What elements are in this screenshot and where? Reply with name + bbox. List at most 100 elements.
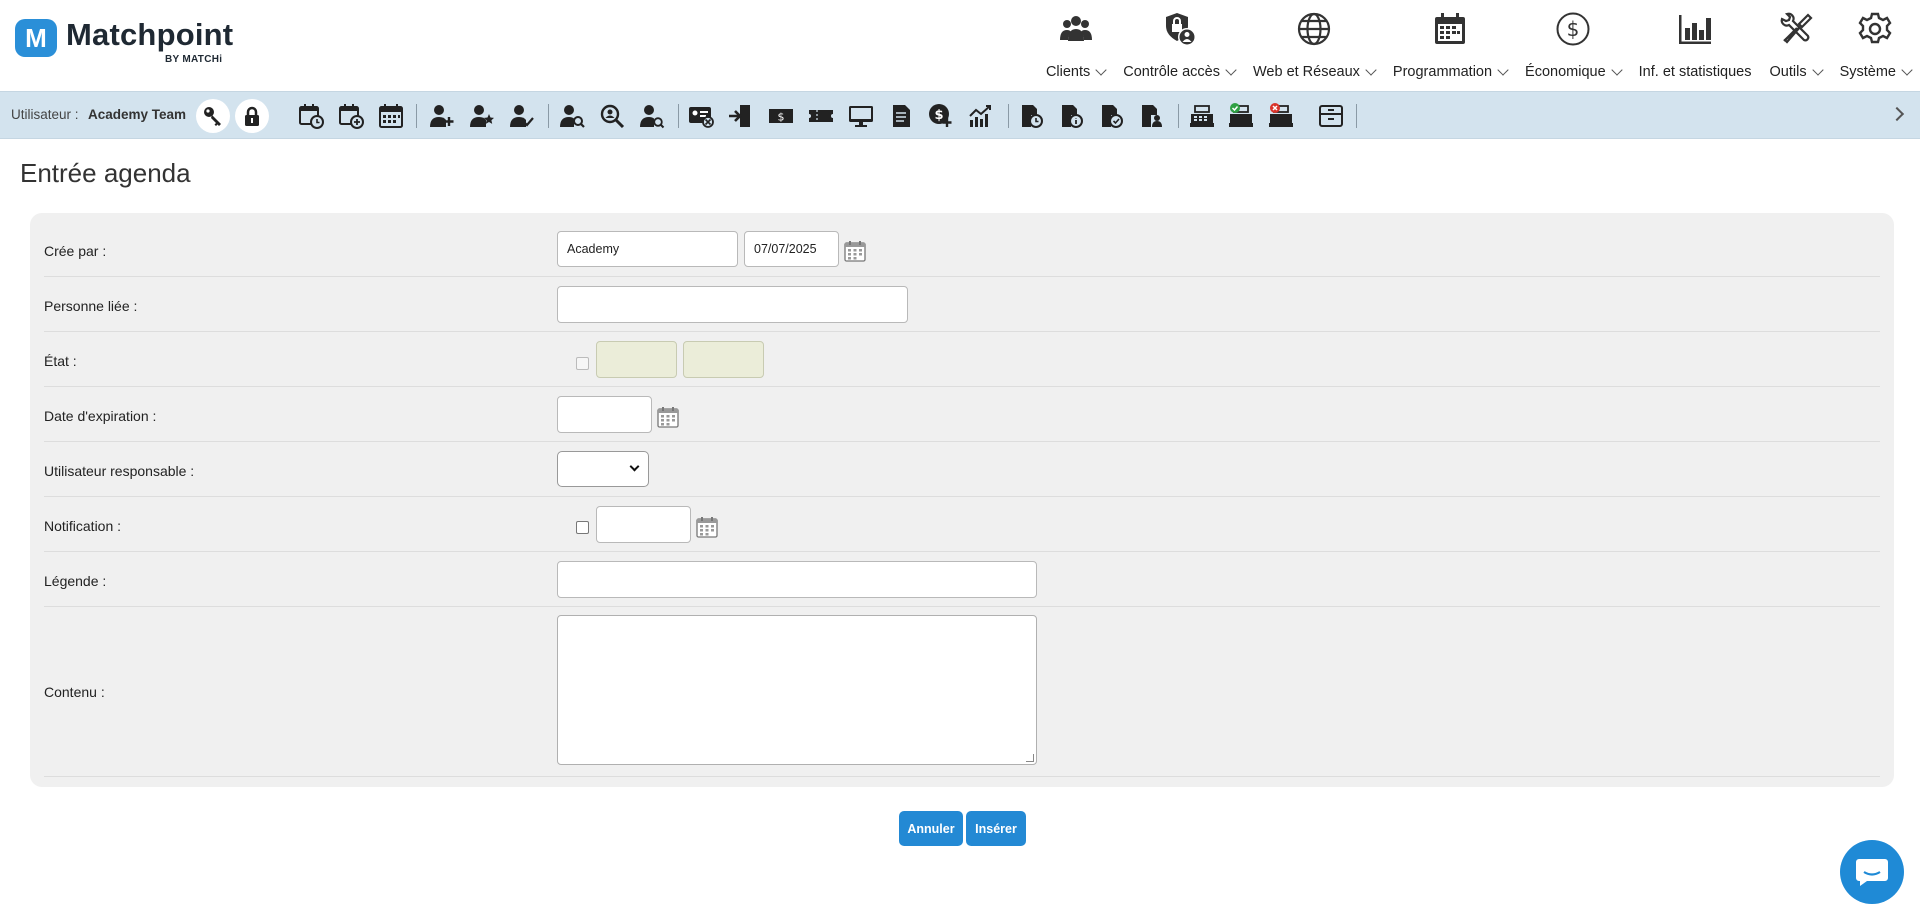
calendar-picker-icon[interactable] [696, 516, 718, 538]
user-star-tool[interactable] [467, 102, 497, 130]
nav-label: Système [1839, 64, 1896, 80]
document-tool[interactable] [886, 102, 916, 130]
stats-tool[interactable] [966, 102, 996, 130]
cash-tool[interactable]: $ [766, 102, 796, 130]
toolbar-separator [1008, 104, 1009, 128]
cash-register-tool[interactable] [1187, 102, 1217, 130]
quick-toolbar: Utilisateur : Academy Team $ $ [0, 91, 1920, 139]
row-linked-person: Personne liée : [44, 277, 1880, 332]
cash-register-close-icon [1269, 103, 1293, 127]
logo-text: Matchpoint [66, 17, 234, 52]
field-label: Date d'expiration : [44, 408, 157, 424]
chevron-down-icon [1225, 63, 1237, 76]
nav-clients[interactable]: Clients [1037, 8, 1114, 82]
linked-person-input[interactable] [557, 286, 908, 323]
advanced-search-tool[interactable] [597, 102, 627, 130]
user-check-icon [510, 105, 534, 127]
screen-tool[interactable] [846, 102, 876, 130]
users-group-icon [1055, 8, 1097, 50]
doc-user-tool[interactable] [1137, 102, 1167, 130]
nav-label: Économique [1525, 64, 1606, 80]
main-nav: Clients Contrôle accès Web et Réseaux Pr… [1037, 8, 1920, 82]
nav-economic[interactable]: $ Économique [1516, 8, 1630, 82]
caption-input[interactable] [557, 561, 1037, 598]
app-header: M Matchpoint BY MATCHi Clients Contrôle … [0, 0, 1920, 90]
notification-date-input[interactable] [596, 506, 691, 543]
cash-register-open-tool[interactable] [1226, 102, 1256, 130]
row-status: État : [44, 332, 1880, 387]
chevron-down-icon [1497, 63, 1509, 76]
expiration-date-input[interactable] [557, 396, 652, 433]
bar-chart-icon [1674, 8, 1716, 50]
cash-register-close-tool[interactable] [1266, 102, 1296, 130]
doc-info-tool[interactable] [1057, 102, 1087, 130]
chevron-down-icon [1095, 63, 1107, 76]
card-access-tool[interactable] [686, 102, 716, 130]
calendar-add-tool[interactable] [336, 102, 366, 130]
row-expiration: Date d'expiration : [44, 387, 1880, 442]
toolbar-separator [1178, 104, 1179, 128]
doc-check-tool[interactable] [1097, 102, 1127, 130]
user-check-tool[interactable] [507, 102, 537, 130]
calendar-picker-icon[interactable] [657, 406, 679, 428]
document-clock-icon [1022, 105, 1043, 128]
chat-icon [1856, 859, 1888, 886]
ticket-tool[interactable] [806, 102, 836, 130]
insert-button[interactable]: Insérer [966, 811, 1026, 846]
nav-statistics[interactable]: Inf. et statistiques [1630, 8, 1761, 82]
entry-tool[interactable] [725, 102, 755, 130]
created-by-input[interactable]: Academy [557, 231, 738, 267]
ticket-icon [809, 110, 833, 122]
row-notification: Notification : [44, 497, 1880, 552]
nav-system[interactable]: Système [1831, 8, 1920, 82]
chat-button[interactable] [1840, 840, 1904, 904]
calendar-picker-icon[interactable] [844, 240, 866, 262]
payment-tool[interactable]: $ [926, 102, 956, 130]
agenda-form: Crée par : Academy 07/07/2025 Personne l… [30, 213, 1894, 787]
chevron-down-icon [629, 461, 640, 472]
calendar-grid-tool[interactable] [376, 102, 406, 130]
chevron-down-icon [1901, 63, 1913, 76]
page-title: Entrée agenda [20, 158, 191, 188]
archive-tool[interactable] [1316, 102, 1346, 130]
user-find-tool[interactable] [637, 102, 667, 130]
chevron-down-icon [1610, 63, 1623, 76]
nav-access-control[interactable]: Contrôle accès [1114, 8, 1244, 82]
field-label: Utilisateur responsable : [44, 463, 195, 479]
chevron-down-icon [1811, 63, 1824, 76]
calendar-clock-tool[interactable] [296, 102, 326, 130]
nav-label: Programmation [1392, 64, 1493, 80]
toolbar-scroll-right-icon[interactable] [1889, 106, 1905, 122]
doc-clock-tool[interactable] [1017, 102, 1047, 130]
user-add-tool[interactable] [427, 102, 457, 130]
cancel-button[interactable]: Annuler [899, 811, 963, 846]
row-created-by: Crée par : Academy 07/07/2025 [44, 213, 1880, 277]
field-label: Crée par : [44, 243, 107, 259]
responsible-user-select[interactable] [557, 451, 649, 487]
key-button[interactable] [196, 99, 230, 133]
toolbar-separator [678, 104, 679, 128]
field-label: Personne liée : [44, 298, 138, 314]
document-icon [893, 105, 910, 127]
nav-web-networks[interactable]: Web et Réseaux [1244, 8, 1384, 82]
logo-badge: M [15, 19, 57, 57]
nav-programming[interactable]: Programmation [1384, 8, 1516, 82]
user-find-icon [640, 105, 665, 129]
magnifier-user-icon [600, 104, 625, 129]
user-name: Academy Team [88, 107, 187, 122]
notification-checkbox[interactable] [576, 521, 589, 534]
growth-chart-icon [969, 105, 991, 127]
resize-handle-icon[interactable] [1026, 754, 1034, 762]
field-label: Notification : [44, 518, 122, 534]
lock-button[interactable] [235, 99, 269, 133]
calendar-icon [1429, 8, 1471, 50]
document-info-icon [1062, 105, 1083, 128]
nav-label: Inf. et statistiques [1638, 64, 1752, 80]
created-date-input[interactable]: 07/07/2025 [744, 231, 839, 267]
nav-tools[interactable]: Outils [1761, 8, 1831, 82]
cash-register-icon [1190, 105, 1214, 127]
content-textarea[interactable] [557, 615, 1037, 765]
user-search-tool[interactable] [557, 102, 587, 130]
status-checkbox[interactable] [576, 357, 589, 370]
gear-icon [1854, 8, 1896, 50]
